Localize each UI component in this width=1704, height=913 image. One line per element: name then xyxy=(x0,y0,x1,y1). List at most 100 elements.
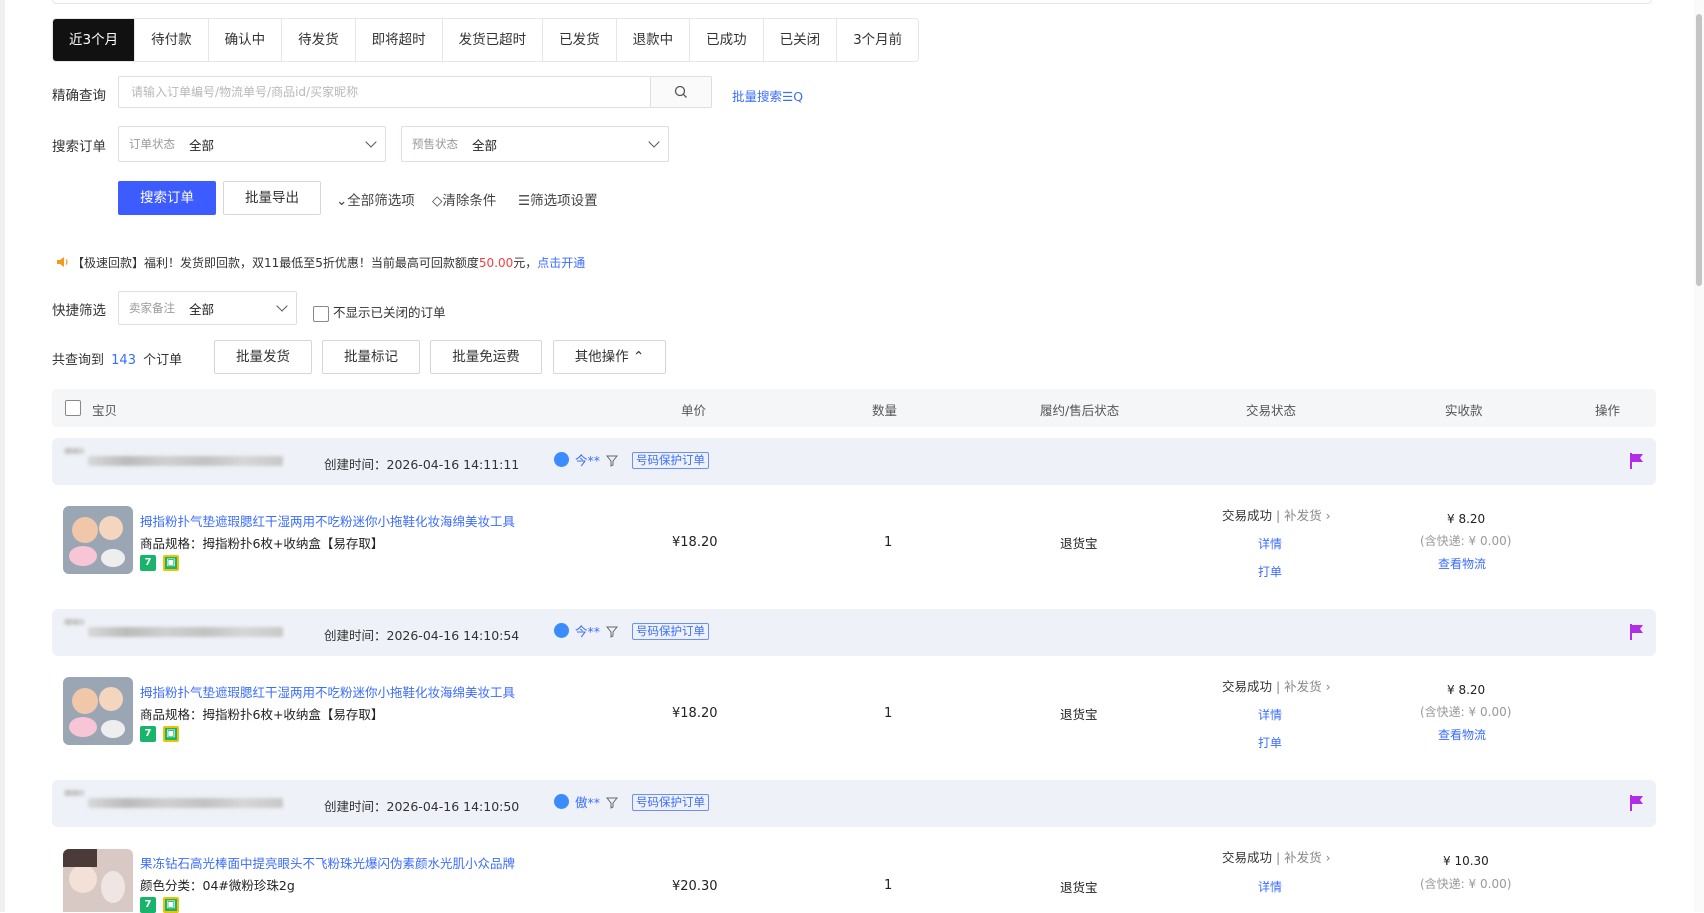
flag-icon[interactable] xyxy=(1629,452,1645,470)
notice-text: 【极速回款】福利！发货即回款，双11最低至5折优惠！当前最高可回款额度 xyxy=(72,256,479,270)
search-icon-button[interactable] xyxy=(650,76,712,108)
tab-older-than-3-months[interactable]: 3个月前 xyxy=(837,19,918,61)
print-order-link[interactable]: 打单 xyxy=(1258,563,1282,580)
tab-ship-timeout[interactable]: 发货已超时 xyxy=(443,19,544,61)
tab-succeeded[interactable]: 已成功 xyxy=(690,19,764,61)
tab-confirming[interactable]: 确认中 xyxy=(209,19,283,61)
scrollbar-thumb[interactable] xyxy=(1696,14,1702,286)
order-status-select[interactable]: 订单状态 全部 xyxy=(118,126,386,162)
clear-conditions-button[interactable]: ◇清除条件 xyxy=(432,189,496,209)
filter-icon[interactable] xyxy=(606,797,618,809)
order-status-value: 全部 xyxy=(189,137,215,153)
guarantee-icon: ▣ xyxy=(163,555,179,571)
filter-icon[interactable] xyxy=(606,626,618,638)
product-title-link[interactable]: 果冻钻石高光棒面中提亮眼头不飞粉珠光爆闪伪素颜水光肌小众品牌 xyxy=(140,853,515,872)
order-detail-link[interactable]: 详情 xyxy=(1258,878,1282,895)
tab-pending-payment[interactable]: 待付款 xyxy=(135,19,209,61)
buyer-nickname[interactable]: 傲** xyxy=(554,792,600,811)
batch-free-shipping-button[interactable]: 批量免运费 xyxy=(430,340,542,374)
page-scrollbar[interactable] xyxy=(1694,0,1704,912)
flag-icon[interactable] xyxy=(1629,623,1645,641)
product-spec: 商品规格：拇指粉扑6枚+收纳盒【易存取】 xyxy=(140,707,384,722)
reship-link[interactable]: | 补发货 › xyxy=(1276,679,1331,694)
hide-closed-checkbox[interactable] xyxy=(313,305,329,322)
product-spec: 颜色分类：04#微粉珍珠2g xyxy=(140,878,295,893)
other-operations-button[interactable]: 其他操作 ⌃ xyxy=(553,340,666,374)
tab-closed[interactable]: 已关闭 xyxy=(764,19,838,61)
col-operations: 操作 xyxy=(1595,403,1621,418)
reship-link[interactable]: | 补发货 › xyxy=(1276,850,1331,865)
seller-remark-key: 卖家备注 xyxy=(129,301,175,315)
seller-remark-select[interactable]: 卖家备注 全部 xyxy=(118,291,297,325)
tab-to-ship[interactable]: 待发货 xyxy=(282,19,356,61)
presale-status-select[interactable]: 预售状态 全部 xyxy=(401,126,669,162)
buyer-nickname[interactable]: 今** xyxy=(554,450,600,469)
product-spec: 商品规格：拇指粉扑6枚+收纳盒【易存取】 xyxy=(140,536,384,551)
hide-closed-label: 不显示已关闭的订单 xyxy=(332,305,446,320)
summary-prefix: 共查询到 xyxy=(52,353,105,368)
tab-near-timeout[interactable]: 即将超时 xyxy=(356,19,443,61)
quantity: 1 xyxy=(884,535,893,550)
trade-status-text: 交易成功 xyxy=(1222,850,1273,865)
product-thumbnail[interactable] xyxy=(63,506,133,574)
order-status-tabs: 近3个月 待付款 确认中 待发货 即将超时 发货已超时 已发货 退款中 已成功 … xyxy=(52,18,920,62)
batch-export-button[interactable]: 批量导出 xyxy=(223,181,321,215)
return-insurance-link[interactable]: 退货宝 xyxy=(1060,704,1098,723)
product-title-link[interactable]: 拇指粉扑气垫遮瑕腮红干湿两用不吃粉迷你小拖鞋化妆海绵美妆工具 xyxy=(140,511,515,530)
filter-settings-button[interactable]: ☰筛选项设置 xyxy=(518,189,598,209)
quantity: 1 xyxy=(884,878,893,893)
notice-activate-link[interactable]: 点击开通 xyxy=(537,256,585,270)
buyer-name: 傲** xyxy=(575,795,601,810)
return-insurance-link[interactable]: 退货宝 xyxy=(1060,533,1098,552)
all-filters-toggle[interactable]: ⌄全部筛选项 xyxy=(336,189,415,209)
view-logistics-link[interactable]: 查看物流 xyxy=(1438,555,1486,572)
number-protection-tag: 号码保护订单 xyxy=(632,452,709,469)
select-all-checkbox[interactable] xyxy=(65,400,81,416)
batch-ship-button[interactable]: 批量发货 xyxy=(214,340,312,374)
wangwang-icon[interactable] xyxy=(554,794,569,809)
return-insurance-link[interactable]: 退货宝 xyxy=(1060,877,1098,896)
order-count-summary: 共查询到 143 个订单 xyxy=(52,349,182,368)
wangwang-icon[interactable] xyxy=(554,623,569,638)
reship-link[interactable]: | 补发货 › xyxy=(1276,508,1331,523)
product-title-link[interactable]: 拇指粉扑气垫遮瑕腮红干湿两用不吃粉迷你小拖鞋化妆海绵美妆工具 xyxy=(140,682,515,701)
print-order-link[interactable]: 打单 xyxy=(1258,734,1282,751)
tab-shipped[interactable]: 已发货 xyxy=(543,19,617,61)
order-header: 创建时间：2026-04-16 14:11:11 今** 号码保护订单 xyxy=(52,438,1656,485)
chevron-down-icon xyxy=(365,136,377,148)
product-thumbnail[interactable] xyxy=(63,849,133,912)
search-orders-button[interactable]: 搜索订单 xyxy=(118,181,216,215)
product-thumbnail[interactable] xyxy=(63,677,133,745)
hide-closed-option[interactable]: 不显示已关闭的订单 xyxy=(313,302,446,322)
view-logistics-link[interactable]: 查看物流 xyxy=(1438,726,1486,743)
col-trade-status: 交易状态 xyxy=(1246,403,1297,418)
created-time: 创建时间：2026-04-16 14:10:54 xyxy=(324,628,520,643)
trade-status: 交易成功 | 补发货 › xyxy=(1222,676,1331,695)
wangwang-icon[interactable] xyxy=(554,452,569,467)
flag-icon[interactable] xyxy=(1629,794,1645,812)
search-orders-label: 搜索订单 xyxy=(52,139,106,155)
quantity: 1 xyxy=(884,706,893,721)
speaker-icon xyxy=(57,257,68,267)
buyer-nickname[interactable]: 今** xyxy=(554,621,600,640)
shipping-fee: (含快递: ¥ 0.00) xyxy=(1420,705,1512,719)
search-icon xyxy=(674,85,687,98)
number-protection-tag: 号码保护订单 xyxy=(632,623,709,640)
number-protection-tag: 号码保护订单 xyxy=(632,794,709,811)
batch-search-link[interactable]: 批量搜索☰Q xyxy=(732,86,803,105)
tab-last-3-months[interactable]: 近3个月 xyxy=(53,19,136,61)
filter-icon[interactable] xyxy=(606,455,618,467)
precise-search-input[interactable] xyxy=(119,77,651,107)
batch-mark-button[interactable]: 批量标记 xyxy=(322,340,420,374)
unit-price: ¥20.30 xyxy=(672,879,718,894)
tab-refunding[interactable]: 退款中 xyxy=(617,19,691,61)
order-detail-link[interactable]: 详情 xyxy=(1258,706,1282,723)
col-qty: 数量 xyxy=(872,403,898,418)
guarantee-icon: ▣ xyxy=(163,726,179,742)
summary-suffix: 个订单 xyxy=(143,353,183,368)
order-detail-link[interactable]: 详情 xyxy=(1258,535,1282,552)
created-time: 创建时间：2026-04-16 14:11:11 xyxy=(324,457,520,472)
precise-search-box xyxy=(118,76,652,108)
col-fulfill-status: 履约/售后状态 xyxy=(1040,403,1120,418)
masked-order-number xyxy=(88,798,283,808)
